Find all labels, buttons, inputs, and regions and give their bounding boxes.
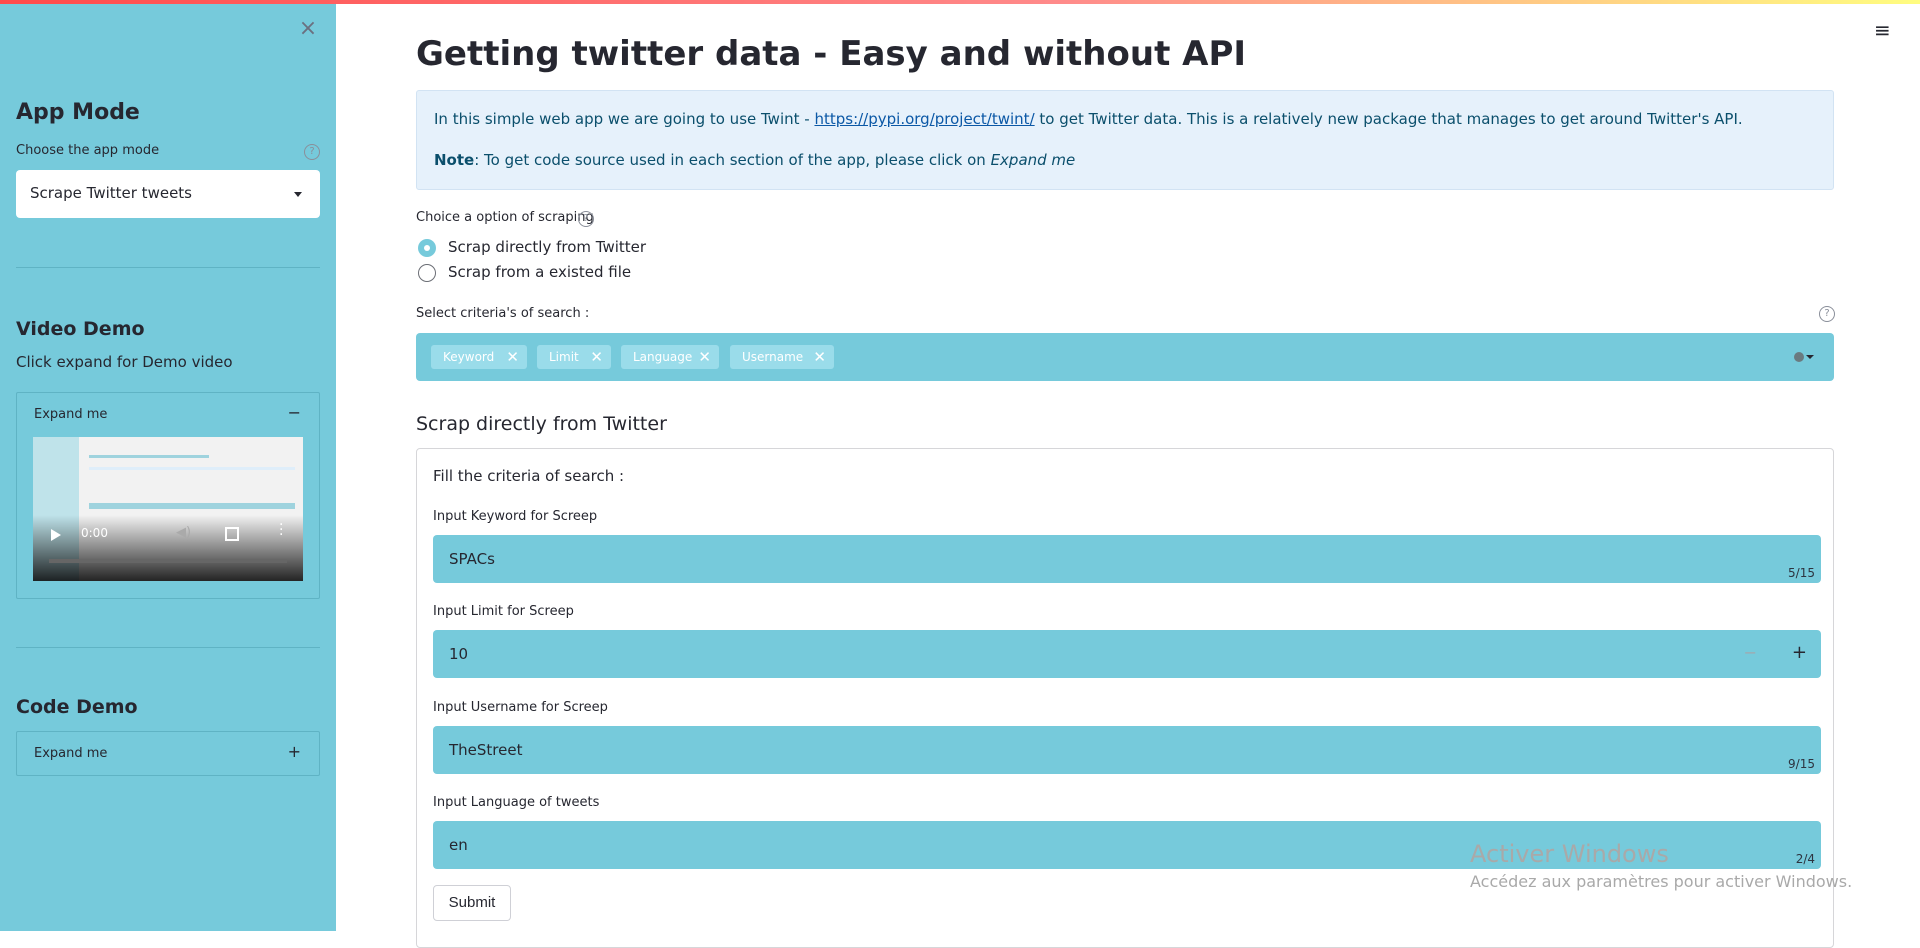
video-time: 0:00 — [81, 526, 108, 540]
app-mode-title: App Mode — [16, 100, 140, 125]
video-thumbnail-detail — [89, 455, 209, 458]
tag-label: Username — [742, 350, 804, 364]
watermark-line-1: Activer Windows — [1470, 840, 1669, 868]
help-icon[interactable]: ? — [1819, 306, 1835, 322]
tag-username: Username ✕ — [730, 345, 834, 369]
video-progress-bar[interactable] — [49, 559, 287, 563]
twint-link[interactable]: https://pypi.org/project/twint/ — [814, 110, 1034, 128]
sidebar-divider — [16, 267, 320, 268]
criteria-label: Select criteria's of search : — [416, 306, 590, 321]
info-line-2: Note: To get code source used in each se… — [434, 151, 1075, 169]
note-label: Note — [434, 151, 475, 169]
tag-label: Limit — [549, 350, 579, 364]
criteria-multiselect[interactable]: Keyword ✕ Limit ✕ Language ✕ Username ✕ — [416, 333, 1834, 381]
increment-button[interactable]: + — [1792, 642, 1807, 663]
decrement-button[interactable]: − — [1744, 643, 1757, 662]
radio-label: Scrap directly from Twitter — [448, 238, 647, 256]
expand-icon[interactable]: + — [288, 742, 301, 761]
more-options-icon[interactable]: · · · — [279, 518, 283, 542]
chevron-down-icon — [294, 192, 302, 197]
demo-video-player[interactable]: 0:00 ◀) · · · — [33, 437, 303, 581]
char-counter: 9/15 — [1788, 757, 1815, 771]
clear-all-icon[interactable] — [1794, 352, 1804, 362]
char-counter: 5/15 — [1788, 566, 1815, 580]
username-input[interactable]: TheStreet 9/15 — [433, 726, 1821, 774]
top-decoration-bar — [0, 0, 1920, 4]
video-controls-overlay — [33, 515, 303, 581]
username-value: TheStreet — [449, 741, 523, 759]
video-demo-expander[interactable]: Expand me − 0:00 ◀) · · · — [16, 392, 320, 599]
remove-tag-icon[interactable]: ✕ — [813, 345, 826, 369]
code-demo-expander[interactable]: Expand me + — [16, 731, 320, 776]
video-thumbnail-detail — [89, 503, 295, 509]
remove-tag-icon[interactable]: ✕ — [698, 345, 711, 369]
code-demo-title: Code Demo — [16, 696, 138, 718]
form-heading: Fill the criteria of search : — [433, 467, 625, 485]
app-mode-select-label: Choose the app mode — [16, 143, 160, 158]
submit-button[interactable]: Submit — [433, 885, 511, 921]
keyword-label: Input Keyword for Screep — [433, 509, 598, 524]
video-thumbnail-detail — [89, 467, 295, 470]
limit-number-input[interactable]: 10 − + — [433, 630, 1821, 678]
sidebar-divider — [16, 647, 320, 648]
radio-unchecked[interactable] — [418, 264, 436, 282]
info-line-1: In this simple web app we are going to u… — [434, 110, 1743, 128]
section-title: Scrap directly from Twitter — [416, 413, 667, 435]
video-demo-text: Click expand for Demo video — [16, 353, 233, 371]
scrape-option-label: Choice a option of scraping — [416, 210, 594, 225]
video-demo-title: Video Demo — [16, 318, 145, 340]
help-icon[interactable]: ? — [304, 144, 320, 160]
play-icon[interactable] — [51, 529, 61, 541]
radio-label: Scrap from a existed file — [448, 263, 632, 281]
language-value: en — [449, 836, 468, 854]
app-mode-select[interactable]: Scrape Twitter tweets — [16, 170, 320, 218]
expander-label: Expand me — [34, 746, 108, 761]
page-title: Getting twitter data - Easy and without … — [416, 34, 1247, 74]
limit-label: Input Limit for Screep — [433, 604, 574, 619]
app-mode-select-value: Scrape Twitter tweets — [30, 184, 192, 202]
tag-keyword: Keyword ✕ — [431, 345, 527, 369]
sidebar: × App Mode Choose the app mode ? Scrape … — [0, 0, 336, 931]
username-label: Input Username for Screep — [433, 700, 608, 715]
language-label: Input Language of tweets — [433, 795, 600, 810]
fullscreen-icon[interactable] — [225, 527, 239, 541]
info-text: to get Twitter data. This is a relativel… — [1034, 110, 1743, 128]
expander-label: Expand me — [34, 407, 108, 422]
help-icon[interactable]: ? — [578, 211, 594, 227]
keyword-input[interactable]: SPACs 5/15 — [433, 535, 1821, 583]
info-box: In this simple web app we are going to u… — [416, 90, 1834, 190]
tag-label: Language — [633, 350, 693, 364]
info-text: In this simple web app we are going to u… — [434, 110, 815, 128]
windows-activation-watermark: Activer Windows Accédez aux paramètres p… — [1470, 840, 1852, 891]
info-italic: Expand me — [990, 151, 1076, 169]
info-text: : To get code source used in each sectio… — [474, 151, 991, 169]
radio-checked[interactable] — [418, 239, 436, 257]
remove-tag-icon[interactable]: ✕ — [590, 345, 603, 369]
collapse-icon[interactable]: − — [288, 403, 301, 422]
tag-label: Keyword — [443, 350, 495, 364]
close-sidebar-icon[interactable]: × — [298, 16, 318, 42]
volume-icon[interactable]: ◀) — [176, 525, 191, 540]
tag-language: Language ✕ — [621, 345, 719, 369]
remove-tag-icon[interactable]: ✕ — [506, 345, 519, 369]
keyword-value: SPACs — [449, 550, 495, 568]
watermark-line-2: Accédez aux paramètres pour activer Wind… — [1470, 872, 1853, 891]
limit-value: 10 — [449, 645, 469, 663]
tag-limit: Limit ✕ — [537, 345, 611, 369]
menu-icon[interactable]: ≡ — [1874, 20, 1894, 40]
scrape-option-label-text: Choice a option of scraping — [416, 210, 594, 225]
chevron-down-icon[interactable] — [1806, 355, 1814, 359]
